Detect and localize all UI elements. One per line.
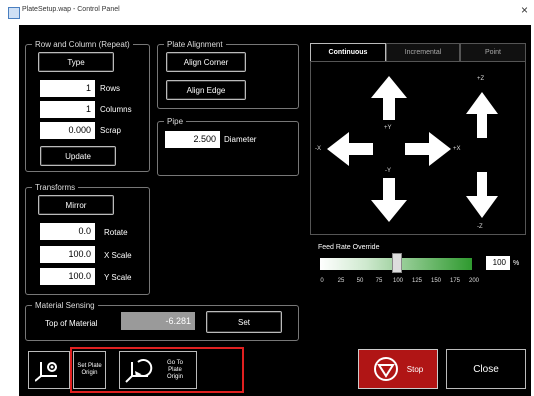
stop-button[interactable]: Stop [358, 349, 438, 389]
jog-pad: +Z +Y -X +X -Y -Z [310, 61, 526, 235]
window-close-button[interactable]: × [521, 3, 528, 17]
feed-rate-tick: 100 [392, 278, 404, 284]
axis-label-minus-y: -Y [385, 168, 391, 174]
set-material-button[interactable]: Set [206, 311, 282, 333]
row-column-title: Row and Column (Repeat) [32, 39, 133, 50]
stop-label: Stop [406, 364, 424, 374]
feed-rate-tick: 125 [411, 278, 423, 284]
jog-minus-z-icon[interactable] [466, 172, 498, 218]
origin-widget-button[interactable] [28, 351, 70, 389]
feed-rate-slider-thumb[interactable] [392, 253, 402, 273]
type-button[interactable]: Type [38, 52, 114, 72]
axis-label-plus-x: +X [453, 146, 461, 152]
jog-arrows-svg [327, 76, 498, 222]
scrap-field[interactable]: 0.000 [40, 122, 95, 139]
feed-rate-unit: % [513, 260, 520, 267]
align-corner-button[interactable]: Align Corner [166, 52, 246, 72]
close-button[interactable]: Close [446, 349, 526, 389]
pipe-group: Pipe [157, 116, 299, 176]
feed-rate-tick: 50 [356, 278, 364, 284]
update-button[interactable]: Update [40, 146, 116, 166]
feed-rate-tick: 150 [430, 278, 442, 284]
feed-rate-field[interactable]: 100 [486, 256, 510, 270]
diameter-label: Diameter [224, 135, 257, 144]
feed-rate-title: Feed Rate Override [318, 244, 380, 251]
rows-field[interactable]: 1 [40, 80, 95, 97]
top-of-material-field: -6.281 [121, 312, 195, 330]
diameter-field[interactable]: 2.500 [165, 131, 220, 148]
axis-label-minus-x: -X [315, 146, 321, 152]
jog-plus-y-icon[interactable] [371, 76, 407, 120]
material-sensing-title: Material Sensing [32, 300, 98, 311]
feed-rate-tick: 175 [449, 278, 461, 284]
stop-icon [373, 357, 398, 381]
columns-field[interactable]: 1 [40, 101, 95, 118]
pipe-title: Pipe [164, 116, 187, 127]
x-scale-field[interactable]: 100.0 [40, 246, 95, 263]
align-edge-button[interactable]: Align Edge [166, 80, 246, 100]
feed-rate-tick: 200 [468, 278, 480, 284]
tab-point[interactable]: Point [460, 43, 526, 61]
axis-label-plus-z: +Z [477, 76, 485, 82]
x-scale-label: X Scale [104, 251, 132, 260]
jog-minus-x-icon[interactable] [327, 132, 373, 166]
window-title: PlateSetup.wap - Control Panel [22, 6, 120, 13]
rows-label: Rows [100, 84, 121, 93]
jog-plus-x-icon[interactable] [405, 132, 451, 166]
feed-rate-ticks: 0 25 50 75 100 125 150 175 200 [320, 278, 482, 288]
close-label: Close [473, 363, 499, 375]
plate-alignment-title: Plate Alignment [164, 39, 226, 50]
axes-gear-icon [35, 362, 57, 382]
jog-minus-y-icon[interactable] [371, 178, 407, 222]
highlight-box [70, 347, 244, 393]
mirror-button[interactable]: Mirror [38, 195, 114, 215]
y-scale-field[interactable]: 100.0 [40, 268, 95, 285]
tab-continuous[interactable]: Continuous [310, 43, 386, 61]
rotate-label: Rotate [104, 228, 128, 237]
transforms-title: Transforms [32, 182, 79, 193]
y-scale-label: Y Scale [104, 273, 132, 282]
feed-rate-tick: 25 [337, 278, 345, 284]
title-bar: PlateSetup.wap - Control Panel × [0, 0, 534, 24]
feed-rate-tick: 75 [375, 278, 383, 284]
scrap-label: Scrap [100, 126, 121, 135]
columns-label: Columns [100, 105, 132, 114]
axis-label-plus-y: +Y [384, 125, 392, 131]
top-of-material-label: Top of Material [45, 319, 98, 328]
app-icon [8, 7, 20, 19]
rotate-field[interactable]: 0.0 [40, 223, 95, 240]
feed-rate-tick: 0 [320, 278, 324, 284]
axis-label-minus-z: -Z [477, 224, 483, 230]
jog-plus-z-icon[interactable] [466, 92, 498, 138]
tab-incremental[interactable]: Incremental [386, 43, 460, 61]
